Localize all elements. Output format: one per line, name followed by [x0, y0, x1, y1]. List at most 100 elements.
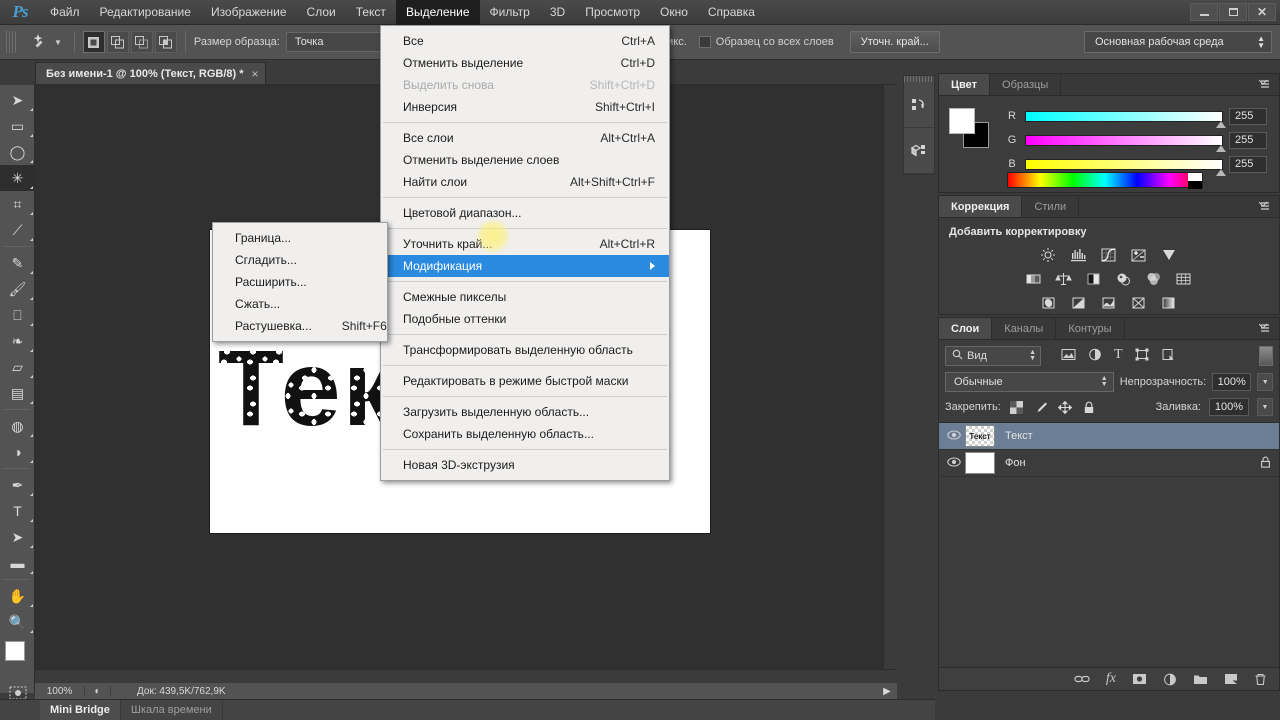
type-filter-icon[interactable]: T	[1114, 348, 1123, 364]
pen-tool[interactable]: ✒	[0, 472, 35, 498]
subtract-from-selection-button[interactable]	[130, 31, 153, 53]
opacity-value[interactable]: 100%	[1212, 373, 1252, 391]
fill-value[interactable]: 100%	[1209, 398, 1249, 416]
gradient-map-icon[interactable]	[1129, 294, 1149, 312]
eyedropper-tool[interactable]: ⟋	[0, 217, 35, 243]
channel-mixer-icon[interactable]	[1144, 270, 1164, 288]
menu-item-3[interactable]: Слои	[297, 0, 346, 25]
adjustment-filter-icon[interactable]	[1088, 348, 1102, 364]
menu-option-1[interactable]: Сгладить...	[213, 249, 387, 271]
canvas-vertical-scrollbar[interactable]	[883, 85, 897, 683]
lasso-tool[interactable]: ◯	[0, 139, 35, 165]
menu-option-4[interactable]: Растушевка... Shift+F6	[213, 315, 387, 337]
menu-option-22[interactable]: Сохранить выделенную область...	[381, 423, 669, 445]
panel-menu-icon[interactable]	[1258, 201, 1273, 213]
gradient-tool[interactable]: ▤	[0, 380, 35, 406]
layer-style-fx-icon[interactable]: fx	[1106, 671, 1116, 687]
panel-menu-icon[interactable]	[1258, 79, 1273, 91]
menu-item-1[interactable]: Редактирование	[90, 0, 201, 25]
layer-name[interactable]: Фон	[1005, 457, 1026, 469]
shape-filter-icon[interactable]	[1135, 348, 1149, 364]
new-group-icon[interactable]	[1193, 673, 1208, 685]
photo-filter-icon[interactable]	[1114, 270, 1134, 288]
layer-filter-select[interactable]: Вид ▲ ▼	[945, 346, 1041, 366]
layer-row[interactable]: Текст Текст	[939, 423, 1279, 450]
pixel-filter-icon[interactable]	[1061, 348, 1076, 364]
foreground-color-swatch[interactable]	[949, 108, 975, 134]
status-expand-arrow-icon[interactable]: ▶	[877, 686, 897, 697]
magic-wand-tool[interactable]: ✳	[0, 165, 35, 191]
color-balance-icon[interactable]	[1054, 270, 1074, 288]
menu-item-8[interactable]: Просмотр	[575, 0, 650, 25]
lock-all-icon[interactable]	[1081, 399, 1097, 415]
minimize-button[interactable]	[1190, 3, 1218, 21]
zoom-level[interactable]: 100%	[35, 685, 85, 697]
panel-menu-icon[interactable]	[1258, 323, 1273, 335]
menu-option-11[interactable]: Уточнить край... Alt+Ctrl+R	[381, 233, 669, 255]
menu-option-2[interactable]: Расширить...	[213, 271, 387, 293]
select-menu-dropdown[interactable]: Все Ctrl+A Отменить выделение Ctrl+D Выделит…	[380, 25, 670, 481]
opacity-dropdown-icon[interactable]: ▼	[1257, 373, 1273, 391]
layers-tab-1[interactable]: Каналы	[992, 318, 1057, 339]
rectangle-tool[interactable]: ▬	[0, 550, 35, 576]
link-layers-icon[interactable]	[1074, 673, 1090, 685]
history-brush-tool[interactable]: ❧	[0, 328, 35, 354]
lock-image-icon[interactable]	[1033, 399, 1049, 415]
menu-item-6[interactable]: Фильтр	[480, 0, 540, 25]
rectangular-marquee-tool[interactable]: ▭	[0, 113, 35, 139]
menu-option-24[interactable]: Новая 3D-экструзия	[381, 454, 669, 476]
dodge-tool[interactable]: ◑	[0, 439, 35, 465]
move-tool[interactable]: ➤	[0, 87, 35, 113]
lock-position-icon[interactable]	[1057, 399, 1073, 415]
hand-tool[interactable]: ✋	[0, 583, 35, 609]
white-black-swatches[interactable]	[1188, 173, 1202, 189]
color-channel-value[interactable]: 255	[1229, 107, 1267, 125]
path-selection-tool[interactable]: ➤	[0, 524, 35, 550]
menu-option-9[interactable]: Цветовой диапазон...	[381, 202, 669, 224]
eye-icon[interactable]	[943, 457, 965, 470]
menu-option-2[interactable]: Выделить снова Shift+Ctrl+D	[381, 74, 669, 96]
menu-option-15[interactable]: Подобные оттенки	[381, 308, 669, 330]
spot-healing-brush-tool[interactable]: ✎	[0, 250, 35, 276]
color-slider-thumb[interactable]	[1216, 120, 1226, 128]
threshold-icon[interactable]	[1099, 294, 1119, 312]
clone-stamp-tool[interactable]: ⎕	[0, 302, 35, 328]
menu-option-19[interactable]: Редактировать в режиме быстрой маски	[381, 370, 669, 392]
new-adjustment-layer-icon[interactable]	[1163, 673, 1177, 686]
history-panel-icon[interactable]	[904, 82, 934, 128]
exposure-icon[interactable]	[1129, 246, 1149, 264]
menu-item-2[interactable]: Изображение	[201, 0, 297, 25]
menu-option-12[interactable]: Модификация	[381, 255, 669, 277]
fill-dropdown-icon[interactable]: ▼	[1257, 398, 1273, 416]
menu-option-0[interactable]: Граница...	[213, 227, 387, 249]
options-bar-grip[interactable]	[6, 31, 16, 53]
magic-wand-icon[interactable]	[24, 30, 58, 54]
color-channel-value[interactable]: 255	[1229, 131, 1267, 149]
layer-row[interactable]: Фон	[939, 450, 1279, 477]
canvas-horizontal-scrollbar[interactable]	[35, 669, 897, 683]
menu-option-21[interactable]: Загрузить выделенную область...	[381, 401, 669, 423]
color-channel-value[interactable]: 255	[1229, 155, 1267, 173]
layers-tab-2[interactable]: Контуры	[1056, 318, 1125, 339]
color-tab-0[interactable]: Цвет	[939, 74, 991, 95]
blur-tool[interactable]: ◍	[0, 413, 35, 439]
smart-object-filter-icon[interactable]	[1161, 348, 1175, 364]
properties-panel-icon[interactable]	[904, 128, 934, 174]
all-layers-checkbox[interactable]: Образец со всех слоев	[698, 36, 834, 48]
layers-tab-0[interactable]: Слои	[939, 318, 993, 339]
lock-transparency-icon[interactable]	[1009, 399, 1025, 415]
black-white-icon[interactable]	[1084, 270, 1104, 288]
color-slider-track[interactable]	[1025, 134, 1226, 152]
add-layer-mask-icon[interactable]	[1132, 673, 1147, 685]
color-spectrum-ramp[interactable]	[1007, 172, 1203, 189]
menu-option-5[interactable]: Все слои Alt+Ctrl+A	[381, 127, 669, 149]
adjustments-tab-1[interactable]: Стили	[1022, 196, 1080, 217]
menu-item-9[interactable]: Окно	[650, 0, 698, 25]
menu-option-14[interactable]: Смежные пикселы	[381, 286, 669, 308]
brush-tool[interactable]: 🖌	[0, 276, 35, 302]
menu-option-3[interactable]: Сжать...	[213, 293, 387, 315]
menu-item-0[interactable]: Файл	[40, 0, 90, 25]
menu-option-3[interactable]: Инверсия Shift+Ctrl+I	[381, 96, 669, 118]
color-slider-track[interactable]	[1025, 110, 1226, 128]
menu-item-5[interactable]: Выделение	[395, 0, 480, 25]
